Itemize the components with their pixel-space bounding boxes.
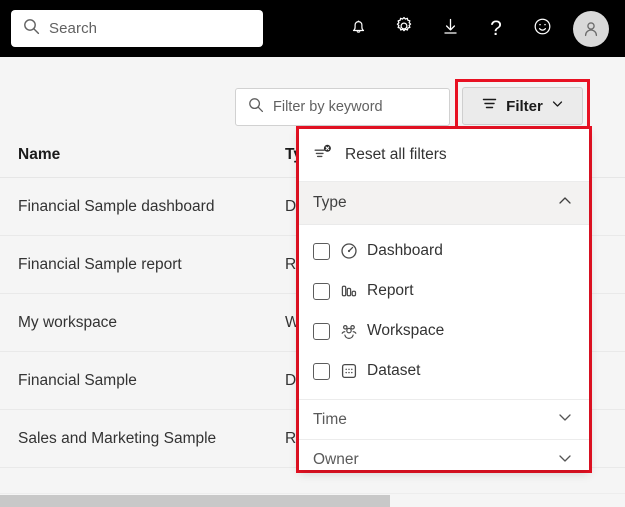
- avatar: [573, 10, 609, 47]
- downloads-button[interactable]: [427, 0, 473, 57]
- global-search-placeholder: Search: [49, 20, 98, 37]
- downloads-icon: [440, 16, 461, 42]
- account-button[interactable]: [565, 0, 617, 57]
- top-header-icon-group: ?: [335, 0, 617, 57]
- filter-button-label: Filter: [506, 97, 543, 115]
- checkbox-report[interactable]: [313, 282, 330, 300]
- cell-name: Sales and Marketing Sample: [18, 429, 217, 447]
- chevron-down-icon: [557, 450, 573, 471]
- cell-name: My workspace: [18, 313, 118, 331]
- search-icon: [23, 18, 40, 40]
- filter-section-type-title: Type: [313, 194, 347, 211]
- filter-option-workspace-label: Workspace: [367, 322, 445, 339]
- report-bars-icon: [339, 282, 358, 301]
- cell-name: Financial Sample: [18, 371, 137, 389]
- chevron-up-icon: [557, 193, 573, 214]
- dataset-grid-icon: [339, 362, 358, 381]
- settings-gear-icon: [393, 15, 415, 42]
- filter-option-report[interactable]: Report: [299, 271, 589, 311]
- chevron-down-icon: [551, 97, 564, 115]
- keyword-filter-placeholder: Filter by keyword: [273, 99, 383, 115]
- notifications-bell-icon: [348, 16, 369, 42]
- chevron-down-icon: [557, 409, 573, 430]
- filter-section-time-header[interactable]: Time: [299, 400, 589, 440]
- keyword-filter-input[interactable]: Filter by keyword: [235, 88, 450, 126]
- feedback-button[interactable]: [519, 0, 565, 57]
- filter-section-owner-header[interactable]: Owner: [299, 440, 589, 470]
- filter-option-report-label: Report: [367, 282, 414, 299]
- checkbox-dashboard[interactable]: [313, 242, 330, 260]
- dashboard-gauge-icon: [339, 242, 358, 261]
- feedback-smiley-icon: [532, 16, 553, 42]
- checkbox-workspace[interactable]: [313, 322, 330, 340]
- reset-all-filters-label: Reset all filters: [345, 146, 447, 163]
- help-question-icon: ?: [490, 16, 502, 40]
- filter-section-owner-title: Owner: [313, 451, 359, 468]
- filter-section-time-title: Time: [313, 410, 347, 428]
- help-button[interactable]: ?: [473, 0, 519, 57]
- filter-option-dashboard[interactable]: Dashboard: [299, 231, 589, 271]
- horizontal-scrollbar[interactable]: [0, 493, 625, 507]
- settings-gear-button[interactable]: [381, 0, 427, 57]
- filter-option-dashboard-label: Dashboard: [367, 242, 443, 259]
- filter-option-workspace[interactable]: Workspace: [299, 311, 589, 351]
- filter-option-dataset-label: Dataset: [367, 362, 421, 379]
- global-search-box[interactable]: Search: [11, 10, 263, 47]
- reset-filters-icon: [313, 143, 333, 168]
- cell-name: Financial Sample dashboard: [18, 197, 215, 215]
- filter-lines-icon: [481, 95, 498, 117]
- horizontal-scrollbar-thumb[interactable]: [0, 495, 390, 507]
- notifications-bell-button[interactable]: [335, 0, 381, 57]
- cell-name: Financial Sample report: [18, 255, 182, 273]
- filter-option-dataset[interactable]: Dataset: [299, 351, 589, 391]
- filter-section-type-header[interactable]: Type: [299, 182, 589, 225]
- filter-button[interactable]: Filter: [462, 87, 583, 125]
- column-header-name[interactable]: Name: [18, 146, 60, 164]
- search-icon: [248, 97, 264, 118]
- workspace-people-icon: [339, 322, 358, 341]
- filter-type-option-list: Dashboard Report Workspace Dataset: [299, 225, 589, 399]
- app-root: Search ? Filter by keyword Name Financia…: [0, 0, 625, 507]
- top-header-bar: Search ?: [0, 0, 625, 57]
- reset-all-filters-button[interactable]: Reset all filters: [299, 129, 589, 182]
- filter-dropdown-panel: Reset all filters Type Dashboard Report …: [299, 129, 589, 470]
- checkbox-dataset[interactable]: [313, 362, 330, 380]
